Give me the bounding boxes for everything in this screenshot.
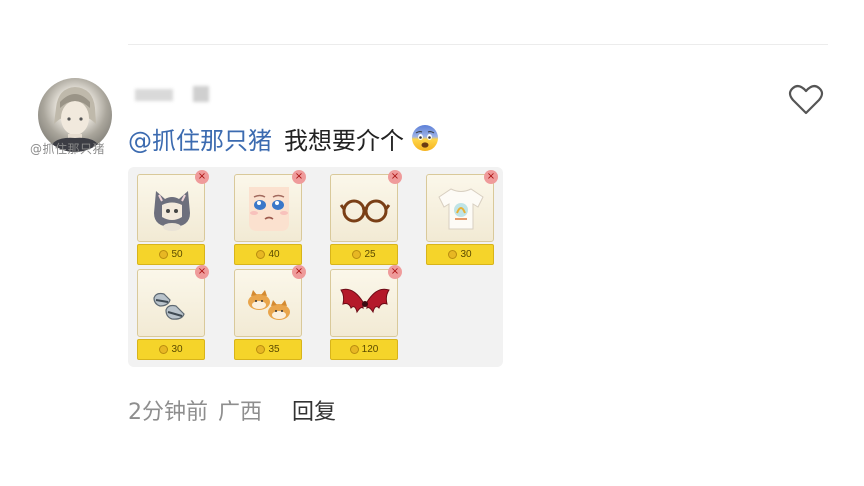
price-tag: 50 — [137, 244, 205, 265]
coin-icon — [256, 250, 266, 259]
reply-button[interactable]: 回复 — [292, 394, 336, 426]
item-round-glasses[interactable]: × 25 — [330, 170, 402, 265]
price-value: 30 — [171, 344, 183, 355]
tshirt-icon — [438, 188, 484, 230]
comment-meta: 2分钟前 广西 回复 — [128, 394, 336, 426]
remove-item-icon[interactable]: × — [484, 170, 498, 184]
price-tag: 30 — [426, 244, 494, 265]
price-value: 40 — [268, 249, 280, 260]
coin-icon — [256, 345, 266, 354]
shoes-icon — [153, 292, 185, 320]
item-tshirt[interactable]: × 30 — [426, 170, 498, 265]
item-image[interactable]: × 50 × 40 × 25 × 30 × 30 × 35 × 120 — [128, 167, 503, 367]
price-tag: 25 — [330, 244, 398, 265]
watermark: @抓住那只猪 — [30, 142, 106, 156]
comment-time: 2分钟前 — [128, 400, 208, 425]
price-value: 120 — [361, 344, 379, 355]
cat-hood-hat-icon — [154, 191, 190, 231]
item-bat-wings[interactable]: × 120 — [330, 265, 402, 360]
shiba-slippers-icon — [248, 290, 290, 320]
item-crying-face[interactable]: × 40 — [234, 170, 306, 265]
remove-item-icon[interactable]: × — [292, 265, 306, 279]
coin-icon — [352, 250, 362, 259]
coin-icon — [159, 345, 169, 354]
like-button[interactable] — [788, 84, 824, 116]
coin-icon — [349, 345, 359, 354]
price-tag: 30 — [137, 339, 205, 360]
price-value: 30 — [460, 249, 472, 260]
remove-item-icon[interactable]: × — [195, 170, 209, 184]
price-value: 50 — [171, 249, 183, 260]
price-tag: 40 — [234, 244, 302, 265]
coin-icon — [448, 250, 458, 259]
comment-screen: @抓住那只猪 @抓住那只猪 我想要介个 × 50 × 40 × 25 × 30 … — [0, 0, 864, 486]
comment-location: 广西 — [218, 400, 263, 425]
remove-item-icon[interactable]: × — [388, 170, 402, 184]
item-cat-hood-hat[interactable]: × 50 — [137, 170, 209, 265]
comment-body: @抓住那只猪 我想要介个 — [128, 118, 440, 158]
price-value: 35 — [268, 344, 280, 355]
coin-icon — [159, 250, 169, 259]
crying-face-icon — [249, 187, 289, 231]
item-shoes[interactable]: × 30 — [137, 265, 209, 360]
item-shiba-slippers[interactable]: × 35 — [234, 265, 306, 360]
remove-item-icon[interactable]: × — [195, 265, 209, 279]
price-tag: 35 — [234, 339, 302, 360]
top-divider — [128, 44, 828, 45]
mention-link[interactable]: @抓住那只猪 — [128, 121, 272, 156]
remove-item-icon[interactable]: × — [292, 170, 306, 184]
remove-item-icon[interactable]: × — [388, 265, 402, 279]
bat-wings-icon — [340, 288, 390, 314]
comment-text: 我想要介个 — [284, 126, 404, 155]
username-blurred[interactable] — [135, 86, 219, 106]
price-tag: 120 — [330, 339, 398, 360]
heart-icon — [788, 84, 824, 115]
fearful-face-emoji-icon — [410, 123, 440, 153]
price-value: 25 — [364, 249, 376, 260]
round-glasses-icon — [339, 199, 391, 223]
